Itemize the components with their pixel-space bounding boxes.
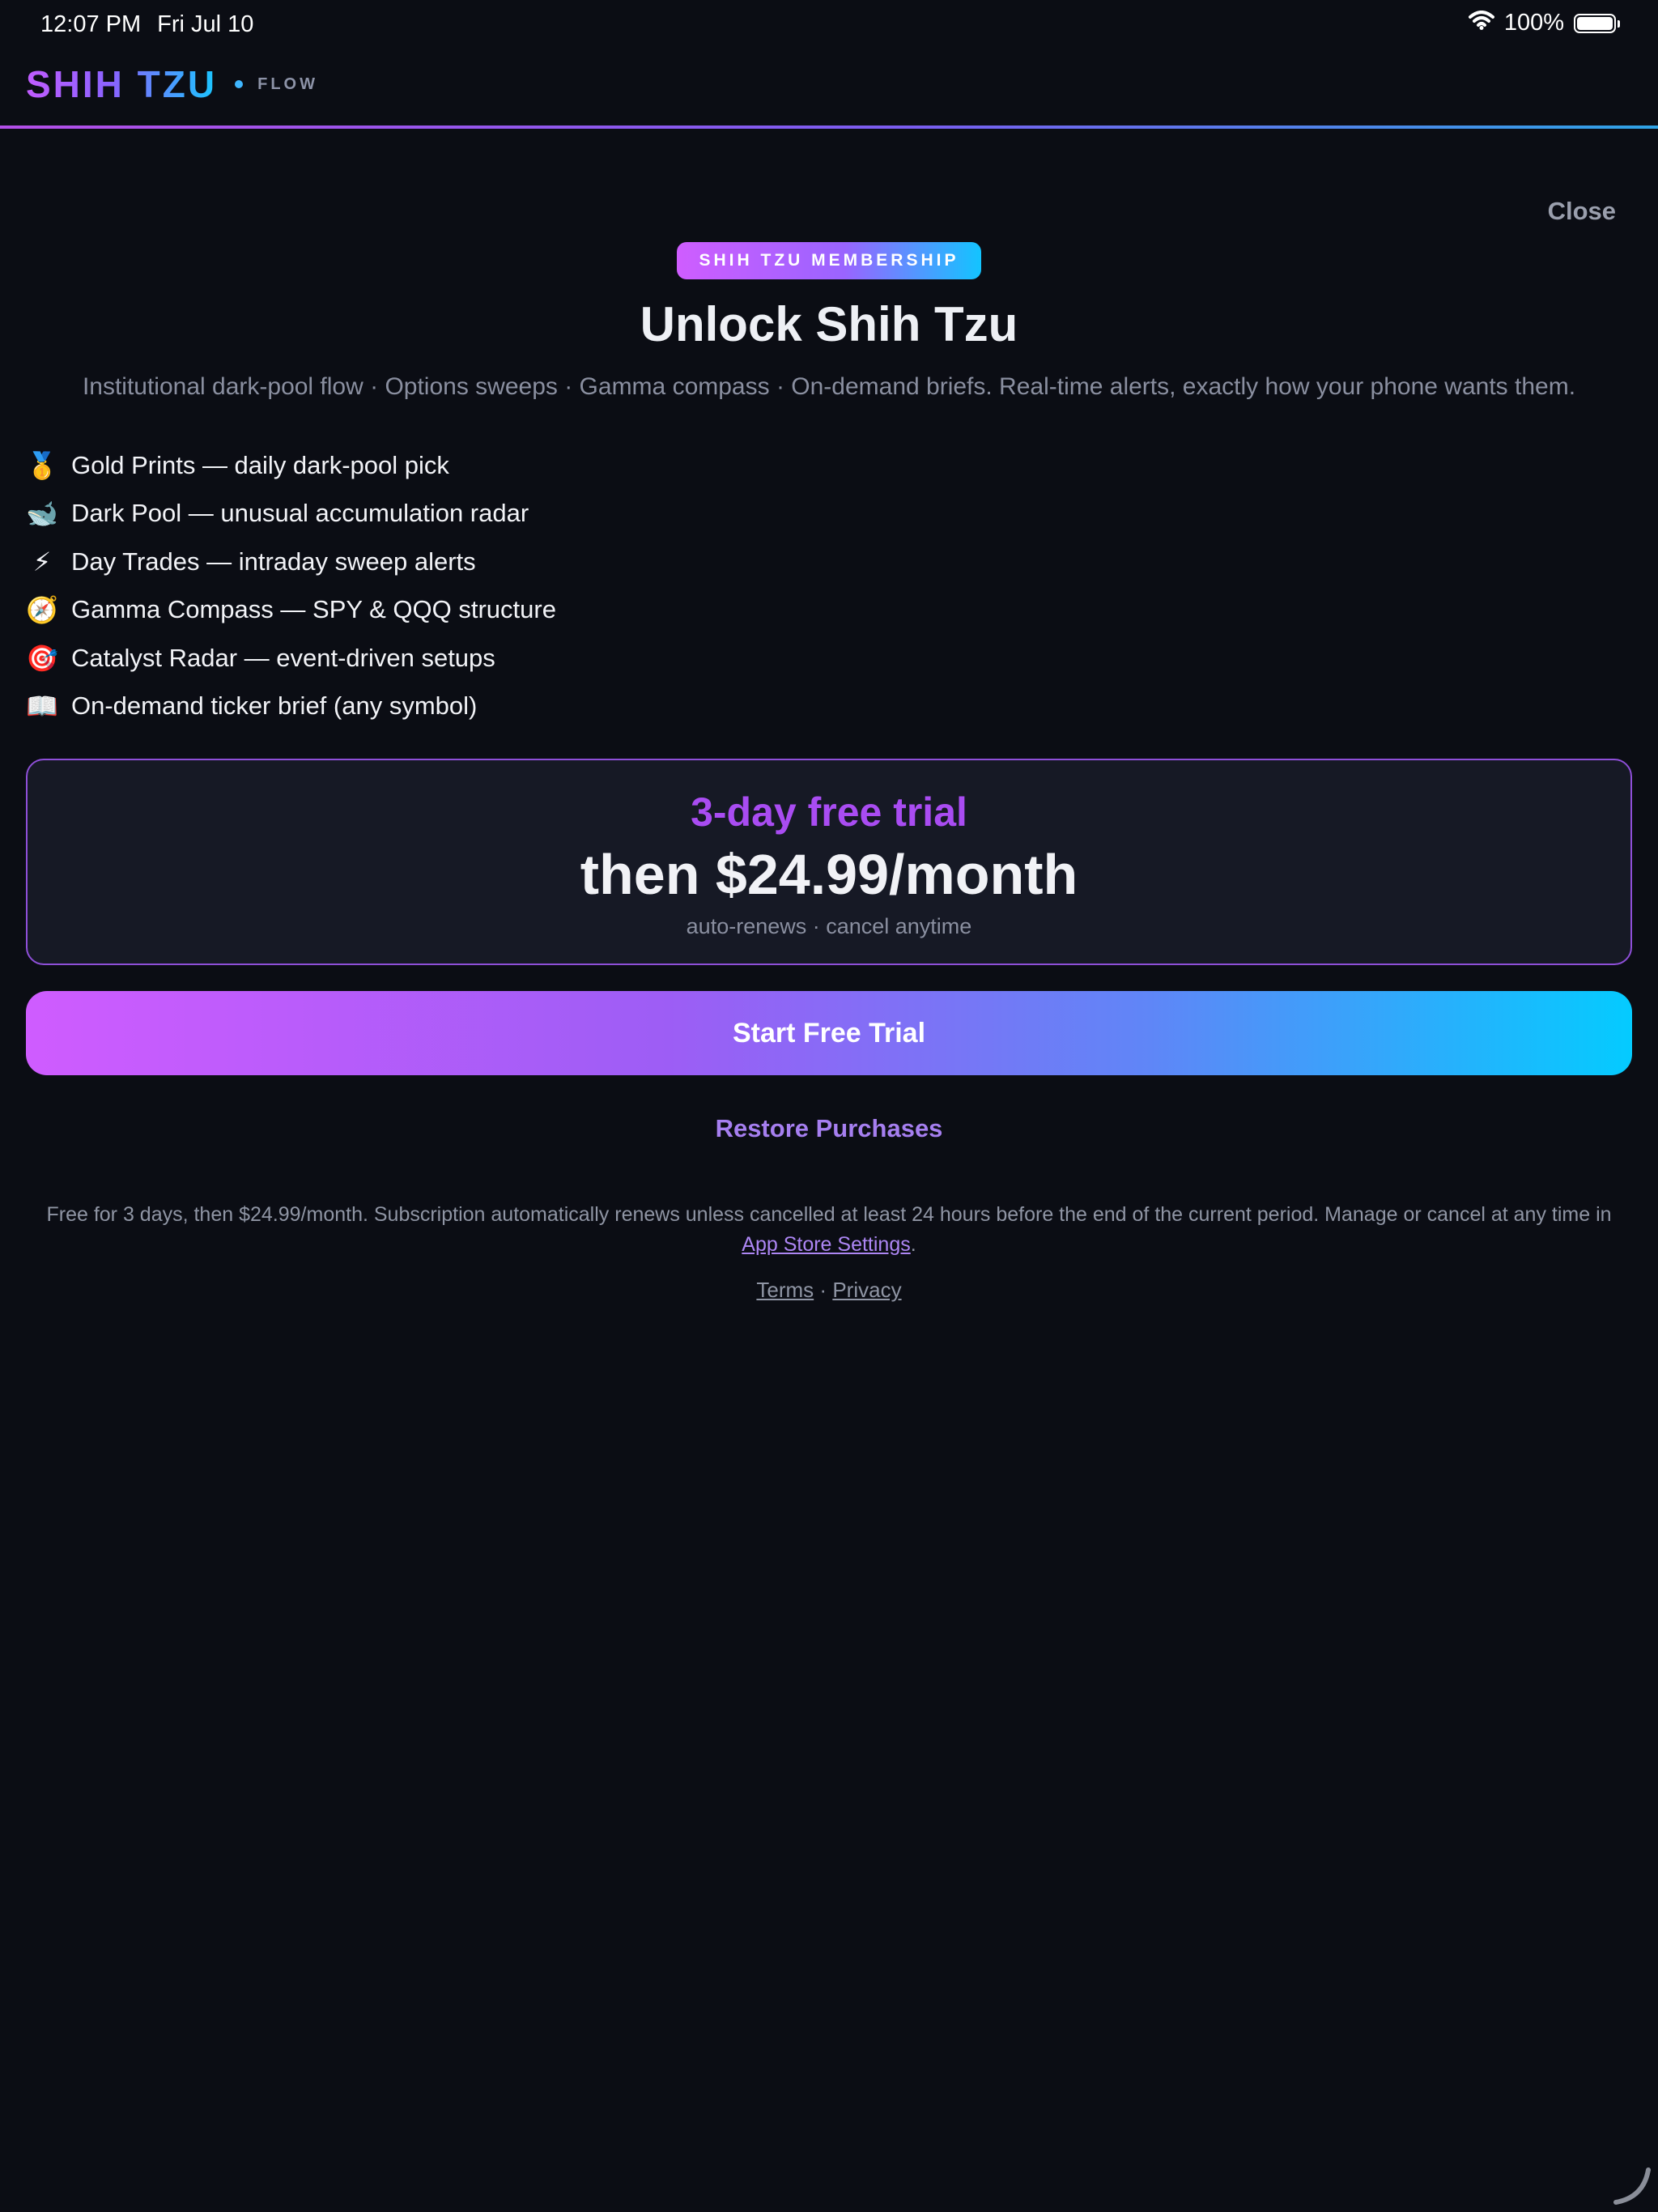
whale-icon: 🐋 (26, 499, 58, 529)
lightning-icon: ⚡ (32, 547, 52, 576)
target-icon: 🎯 (26, 643, 58, 673)
resize-handle-icon[interactable] (1611, 2165, 1652, 2206)
legal-disclaimer: Free for 3 days, then $24.99/month. Subs… (29, 1200, 1629, 1260)
feature-item: 🐋 Dark Pool — unusual accumulation radar (26, 490, 556, 538)
restore-purchases-link[interactable]: Restore Purchases (0, 1114, 1658, 1143)
app-header: SHIH TZU FLOW (26, 58, 318, 110)
renewal-note: auto-renews · cancel anytime (686, 914, 972, 938)
feature-label: Gold Prints — daily dark-pool pick (71, 450, 449, 479)
price-label: then $24.99/month (580, 843, 1078, 906)
feature-item: 🥇 Gold Prints — daily dark-pool pick (26, 441, 556, 490)
trial-headline: 3-day free trial (691, 789, 967, 835)
brand-suffix: FLOW (257, 74, 318, 93)
compass-icon: 🧭 (26, 595, 58, 625)
feature-label: Dark Pool — unusual accumulation radar (71, 499, 529, 528)
feature-item: 🧭 Gamma Compass — SPY & QQQ structure (26, 586, 556, 635)
feature-label: Gamma Compass — SPY & QQQ structure (71, 595, 556, 624)
legal-end: . (910, 1233, 916, 1256)
brand-dot (235, 80, 244, 88)
brand-logo: SHIH TZU (26, 63, 218, 105)
feature-label: Catalyst Radar — event-driven setups (71, 643, 495, 672)
feature-label: On-demand ticker brief (any symbol) (71, 691, 478, 721)
close-button[interactable]: Close (1548, 197, 1616, 226)
battery-fill (1577, 16, 1613, 30)
status-date: Fri Jul 10 (157, 11, 254, 37)
status-time: 12:07 PM (40, 11, 142, 37)
app-store-settings-link[interactable]: App Store Settings (742, 1233, 910, 1256)
battery-percentage: 100% (1503, 10, 1564, 36)
status-bar: 12:07 PM Fri Jul 10 100% (0, 0, 1658, 52)
feature-label: Day Trades — intraday sweep alerts (71, 547, 476, 576)
feature-item: 📖 On-demand ticker brief (any symbol) (26, 683, 556, 731)
header-divider (0, 125, 1658, 129)
feature-item: 🎯 Catalyst Radar — event-driven setups (26, 634, 556, 683)
status-left: 12:07 PM Fri Jul 10 (40, 11, 253, 38)
page-subtitle: Institutional dark-pool flow · Options s… (82, 373, 1576, 400)
battery-icon (1574, 13, 1620, 33)
start-free-trial-button[interactable]: Start Free Trial (26, 991, 1632, 1075)
status-right: 100% (1468, 10, 1620, 36)
footer-links: Terms · Privacy (0, 1278, 1658, 1303)
privacy-link[interactable]: Privacy (832, 1278, 901, 1302)
feature-item: ⚡ Day Trades — intraday sweep alerts (26, 538, 556, 586)
page-title: Unlock Shih Tzu (640, 297, 1018, 351)
membership-badge: SHIH TZU MEMBERSHIP (677, 242, 981, 279)
wifi-icon (1468, 10, 1494, 36)
feature-list: 🥇 Gold Prints — daily dark-pool pick 🐋 D… (26, 441, 556, 730)
links-separator: · (819, 1278, 827, 1302)
pricing-card: 3-day free trial then $24.99/month auto-… (26, 759, 1632, 965)
legal-text: Free for 3 days, then $24.99/month. Subs… (46, 1203, 1612, 1226)
gold-medal-icon: 🥇 (26, 450, 58, 480)
book-icon: 📖 (26, 691, 58, 721)
terms-link[interactable]: Terms (756, 1278, 814, 1302)
